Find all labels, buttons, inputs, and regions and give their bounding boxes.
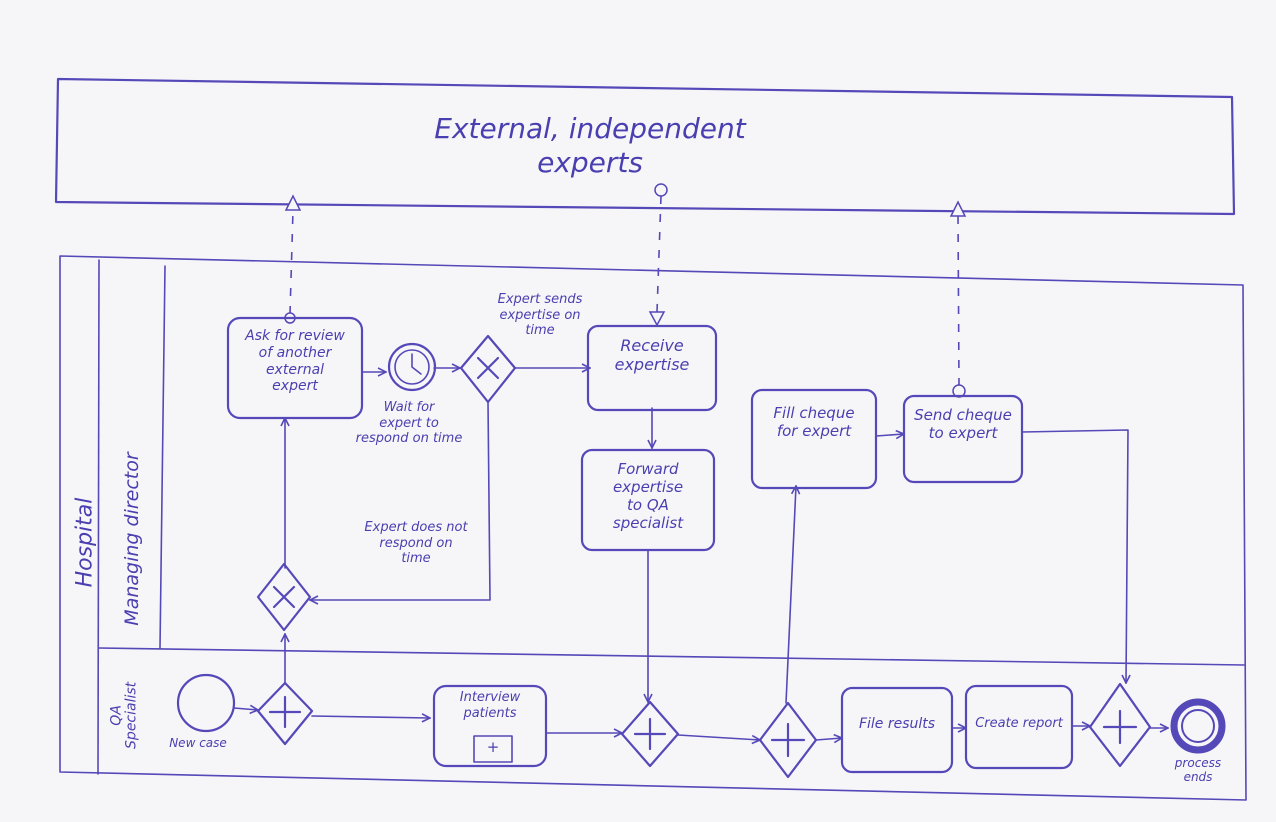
gateway-parallel-split-2 (758, 701, 818, 779)
bpmn-diagram: External, independent experts Hospital M… (0, 0, 1276, 822)
end-event-label: process ends (1174, 756, 1222, 785)
task-label-interview-patients: Interview patients (459, 690, 521, 721)
task-label-ask-review: Ask for review of another external exper… (245, 328, 345, 395)
flow-join-to-split2 (677, 734, 760, 740)
task-label-send-cheque: Send cheque to expert (914, 406, 1012, 442)
gateway-parallel-split (256, 681, 314, 746)
start-event (176, 673, 236, 733)
subprocess-plus-icon: + (486, 738, 500, 756)
flow-label-not-on-time: Expert does not respond on time (364, 520, 468, 567)
external-pool-label: External, independent experts (434, 112, 746, 179)
flow-split-to-interview (311, 716, 430, 718)
end-event (1170, 698, 1226, 754)
gateway-exclusive-response (459, 334, 517, 404)
flow-fill-to-send (875, 434, 904, 436)
gateway-parallel-join (620, 700, 680, 768)
flow-send-to-join2 (1021, 429, 1128, 683)
task-label-create-report: Create report (975, 716, 1063, 731)
gateway-parallel-join-2 (1088, 682, 1152, 768)
task-label-file-results: File results (858, 716, 936, 732)
flow-label-on-time: Expert sends expertise on time (497, 292, 583, 339)
start-event-label: New case (169, 736, 227, 750)
lane-label-managing-director: Managing director (121, 452, 143, 626)
timer-event-label: Wait for expert to respond on time (355, 400, 463, 447)
timer-event (387, 342, 437, 392)
lane-label-qa-specialist: QA Specialist (108, 681, 140, 749)
flow-split2-to-fill (785, 486, 796, 704)
hospital-pool-label: Hospital (72, 497, 98, 588)
flow-split2-to-file (815, 738, 842, 740)
flow-start-to-split (233, 708, 258, 710)
message-flow-cheque (957, 215, 960, 387)
task-label-receive-expertise: Receive expertise (614, 336, 690, 375)
message-flow-receive (656, 195, 662, 313)
task-label-forward-expertise: Forward expertise to QA specialist (612, 460, 684, 532)
events (176, 342, 1226, 754)
gateway-exclusive-loop (256, 562, 312, 632)
lane-divider (98, 647, 1245, 666)
task-label-fill-cheque: Fill cheque for expert (773, 404, 855, 440)
